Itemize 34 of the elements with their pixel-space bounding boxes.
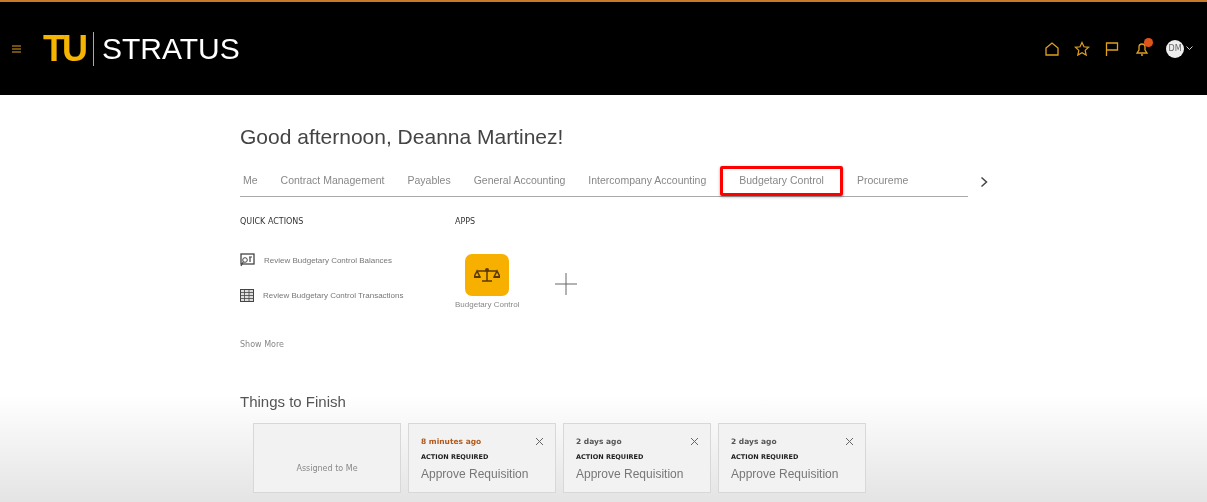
section-heading: Things to Finish <box>240 393 347 410</box>
inquiry-icon <box>240 253 255 267</box>
user-avatar[interactable]: DM <box>1166 39 1184 58</box>
menu-icon[interactable] <box>12 44 21 53</box>
greeting-heading: Good afternoon, Deanna Martinez! <box>240 124 565 149</box>
show-more-link[interactable]: Show More <box>240 340 455 349</box>
close-icon[interactable] <box>536 438 543 445</box>
nav-tab[interactable]: Contract Management <box>271 166 394 196</box>
nav-tab[interactable]: Procureme <box>847 166 918 196</box>
task-title: Approve Requisition <box>731 467 840 481</box>
summary-card[interactable]: Assigned to Me <box>253 423 401 493</box>
table-icon <box>240 289 254 302</box>
logo-text: STRATUS <box>102 31 240 66</box>
chevron-down-icon[interactable] <box>1186 46 1193 51</box>
bell-icon[interactable] <box>1134 40 1150 57</box>
close-icon[interactable] <box>691 438 698 445</box>
star-icon[interactable] <box>1074 40 1090 57</box>
nav-tab[interactable]: Intercompany Accounting <box>579 166 716 196</box>
section-title: APPS <box>455 217 477 226</box>
close-icon[interactable] <box>846 438 853 445</box>
nav-tab[interactable]: General Accounting <box>464 166 575 196</box>
home-icon[interactable] <box>1044 40 1060 57</box>
quick-action-link[interactable]: Review Budgetary Control Balances <box>240 253 393 267</box>
scales-icon <box>474 267 501 283</box>
logo-mark: TU <box>43 27 85 70</box>
flag-icon[interactable] <box>1104 40 1120 57</box>
chevron-right-icon[interactable] <box>980 175 988 188</box>
nav-tab[interactable]: Me <box>240 166 267 196</box>
task-title: Approve Requisition <box>421 467 530 481</box>
nav-tab[interactable]: Payables <box>398 166 460 196</box>
task-title: Approve Requisition <box>576 467 685 481</box>
quick-action-link[interactable]: Review Budgetary Control Transactions <box>240 289 404 302</box>
section-title: QUICK ACTIONS <box>240 217 305 226</box>
nav-tab[interactable]: Budgetary Control <box>720 166 843 196</box>
